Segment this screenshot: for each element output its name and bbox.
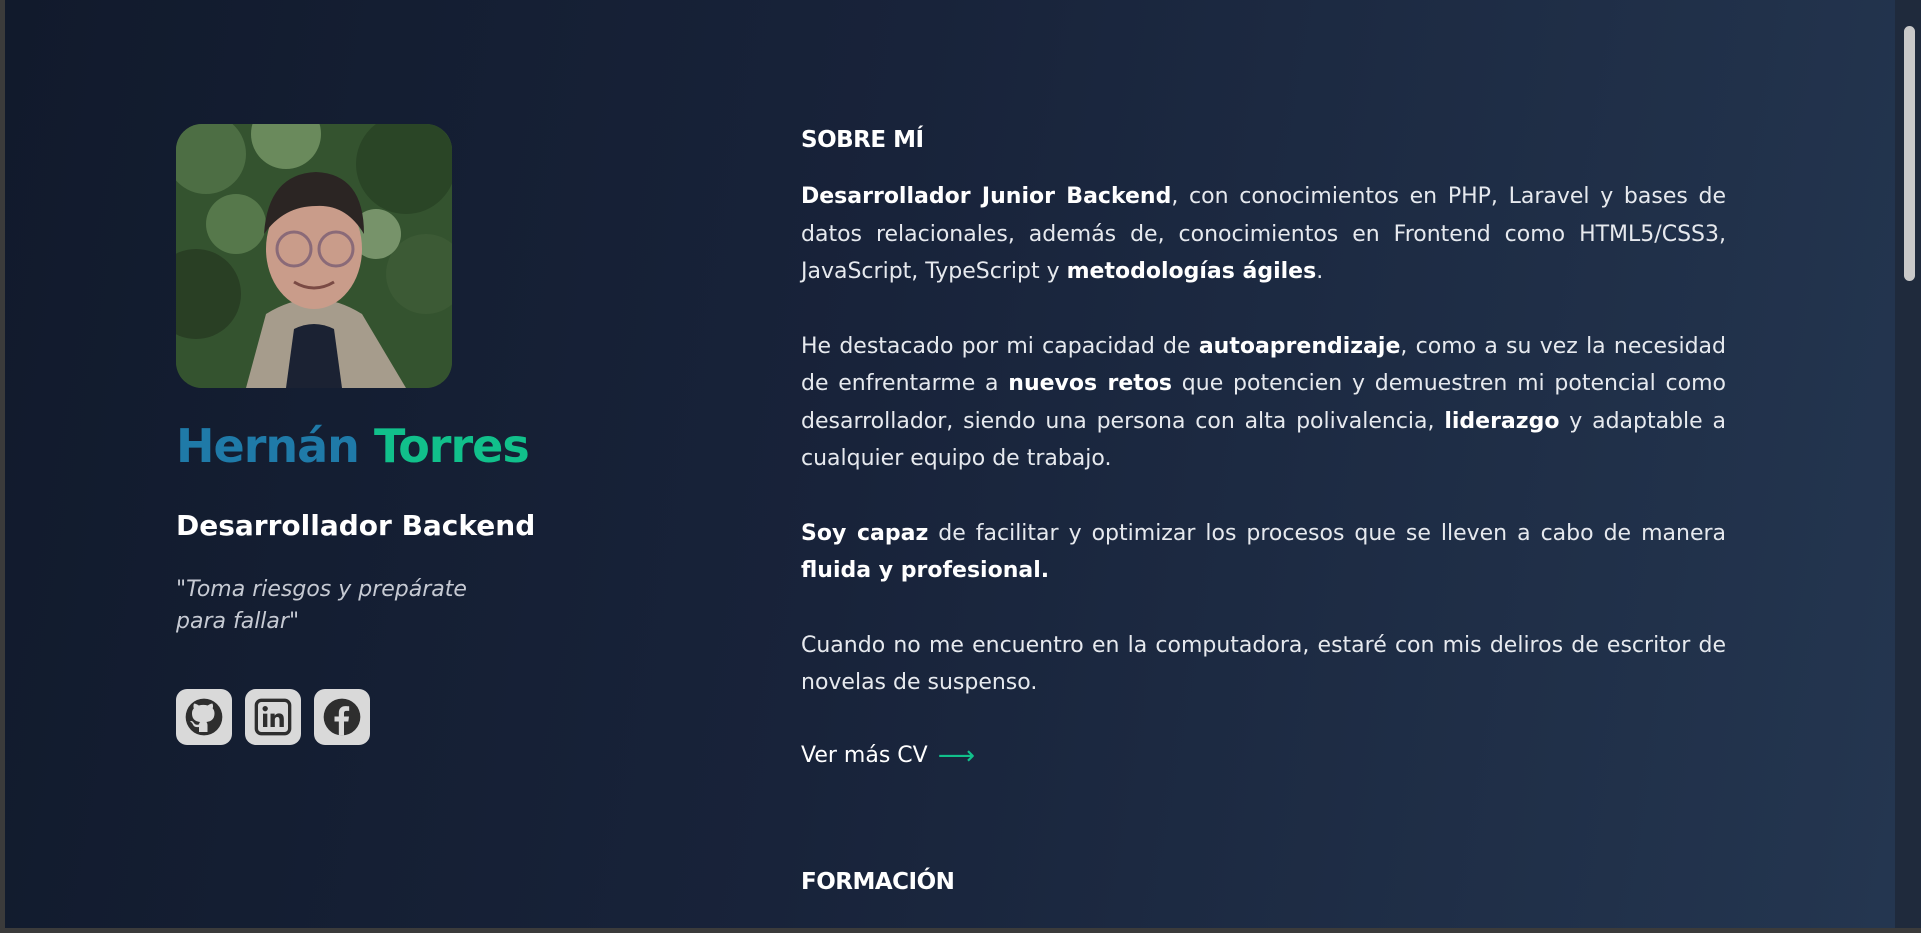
first-name: Hernán: [176, 419, 360, 473]
about-paragraph-2: He destacado por mi capacidad de autoapr…: [801, 328, 1726, 478]
view-more-cv-label: Ver más CV: [801, 742, 928, 768]
p1-bold-2: metodologías ágiles: [1066, 259, 1317, 284]
social-links: [176, 689, 370, 745]
scrollbar-thumb[interactable]: [1904, 26, 1915, 281]
last-name: Torres: [373, 419, 530, 473]
p2-bold-3: liderazgo: [1444, 408, 1560, 434]
linkedin-icon: [254, 698, 292, 736]
vertical-scrollbar[interactable]: [1895, 0, 1921, 933]
profile-photo: [176, 124, 452, 388]
p1-bold-1: Desarrollador Junior Backend: [801, 184, 1172, 209]
p2-bold-1: autoaprendizaje: [1198, 333, 1401, 359]
profile-quote: "Toma riesgos y prepárate para fallar": [176, 574, 496, 638]
p3-text-1: de facilitar y optimizar los procesos qu…: [928, 520, 1727, 546]
p3-bold-1: Soy capaz: [801, 520, 929, 546]
quote-line-2: para fallar": [176, 609, 300, 634]
about-paragraph-3: Soy capaz de facilitar y optimizar los p…: [801, 515, 1726, 590]
profile-name: Hernán Torres: [176, 418, 530, 474]
about-body: Desarrollador Junior Backend, con conoci…: [801, 178, 1726, 702]
p2-bold-2: nuevos retos: [1008, 371, 1173, 396]
about-title: SOBRE MÍ: [801, 127, 924, 153]
linkedin-link[interactable]: [245, 689, 301, 745]
p1-text-2: .: [1316, 259, 1324, 284]
p2-text-1: He destacado por mi capacidad de: [801, 333, 1199, 359]
github-link[interactable]: [176, 689, 232, 745]
profile-role: Desarrollador Backend: [176, 509, 536, 542]
formacion-title: FORMACIÓN: [801, 869, 955, 895]
facebook-link[interactable]: [314, 689, 370, 745]
facebook-icon: [323, 698, 361, 736]
about-paragraph-4: Cuando no me encuentro en la computadora…: [801, 627, 1726, 702]
quote-line-1: "Toma riesgos y prepárate: [176, 577, 467, 602]
arrow-right-icon: ⟶: [937, 740, 975, 771]
p3-bold-2: fluida y profesional.: [801, 558, 1050, 583]
github-icon: [185, 698, 223, 736]
about-paragraph-1: Desarrollador Junior Backend, con conoci…: [801, 178, 1726, 291]
about-section: SOBRE MÍ Desarrollador Junior Backend, c…: [801, 120, 1726, 774]
page-viewport: Hernán Torres Desarrollador Backend "Tom…: [5, 0, 1895, 928]
window-bottom-edge: [0, 928, 1921, 933]
view-more-cv-link[interactable]: Ver más CV ⟶: [801, 738, 975, 774]
p4-text-1: Cuando no me encuentro en la computadora…: [801, 632, 1726, 696]
